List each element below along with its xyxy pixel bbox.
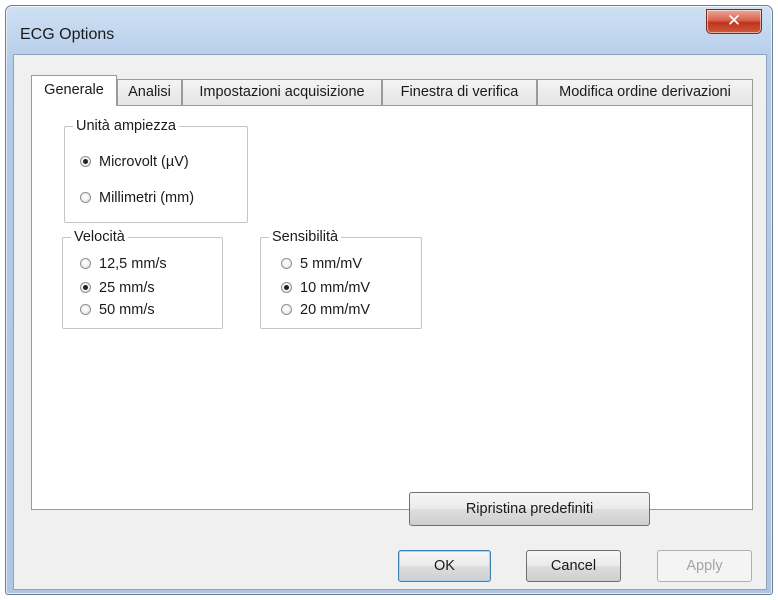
radio-unselected-icon (281, 257, 292, 269)
tab-finestra-di-verifica[interactable]: Finestra di verifica (382, 79, 537, 105)
tab-label: Analisi (128, 84, 171, 100)
radio-selected-icon (80, 155, 91, 167)
sensitivity-group: Sensibilità 5 mm/mV 10 mm/mV 20 mm/mV (260, 228, 422, 329)
radio-millimetri[interactable]: Millimetri (mm) (80, 189, 194, 207)
radio-sens-20[interactable]: 20 mm/mV (281, 301, 370, 319)
apply-button[interactable]: Apply (657, 550, 752, 582)
title-bar[interactable]: ECG Options ✕ (6, 6, 772, 54)
tab-analisi[interactable]: Analisi (117, 79, 182, 105)
tab-label: Impostazioni acquisizione (199, 84, 365, 100)
tab-generale[interactable]: Generale (31, 75, 117, 106)
restore-defaults-button[interactable]: Ripristina predefiniti (409, 492, 650, 526)
radio-label: 10 mm/mV (300, 280, 371, 296)
tab-modifica-ordine-derivazioni[interactable]: Modifica ordine derivazioni (537, 79, 753, 105)
radio-microvolt[interactable]: Microvolt (µV) (80, 153, 189, 171)
tab-label: Modifica ordine derivazioni (559, 84, 731, 100)
radio-unselected-icon (80, 191, 91, 203)
close-button[interactable]: ✕ (706, 9, 762, 34)
radio-unselected-icon (281, 303, 292, 315)
radio-sens-10[interactable]: 10 mm/mV (281, 279, 370, 297)
cancel-button[interactable]: Cancel (526, 550, 621, 582)
radio-label: 25 mm/s (99, 280, 155, 296)
amplitude-unit-group: Unità ampiezza Microvolt (µV) Millimetri… (64, 117, 248, 223)
speed-group: Velocità 12,5 mm/s 25 mm/s 50 mm/s (62, 228, 223, 329)
tab-strip: Generale Analisi Impostazioni acquisizio… (31, 75, 756, 106)
tab-panel-generale: Unità ampiezza Microvolt (µV) Millimetri… (31, 105, 753, 526)
radio-label: Millimetri (mm) (99, 190, 195, 206)
tab-label: Finestra di verifica (400, 84, 519, 100)
radio-speed-25[interactable]: 25 mm/s (80, 279, 155, 297)
radio-selected-icon (281, 281, 292, 293)
radio-label: 12,5 mm/s (99, 256, 167, 272)
radio-speed-12-5[interactable]: 12,5 mm/s (80, 255, 167, 273)
amplitude-unit-group-label: Unità ampiezza (73, 117, 179, 135)
radio-sens-5[interactable]: 5 mm/mV (281, 255, 362, 273)
tab-label: Generale (44, 82, 104, 98)
radio-selected-icon (80, 281, 91, 293)
ok-button[interactable]: OK (398, 550, 491, 582)
dialog-title: ECG Options (20, 26, 115, 43)
dialog-client-area: Generale Analisi Impostazioni acquisizio… (13, 54, 767, 590)
sensitivity-group-label: Sensibilità (269, 228, 342, 246)
close-icon: ✕ (726, 11, 742, 31)
radio-label: Microvolt (µV) (99, 154, 189, 170)
radio-unselected-icon (80, 303, 91, 315)
tab-impostazioni-acquisizione[interactable]: Impostazioni acquisizione (182, 79, 382, 105)
radio-speed-50[interactable]: 50 mm/s (80, 301, 155, 319)
radio-label: 5 mm/mV (300, 256, 363, 272)
radio-label: 20 mm/mV (300, 302, 371, 318)
radio-unselected-icon (80, 257, 91, 269)
options-dialog: ECG Options ✕ Generale Analisi Impostazi… (5, 5, 773, 595)
radio-label: 50 mm/s (99, 302, 155, 318)
speed-group-label: Velocità (71, 228, 128, 246)
